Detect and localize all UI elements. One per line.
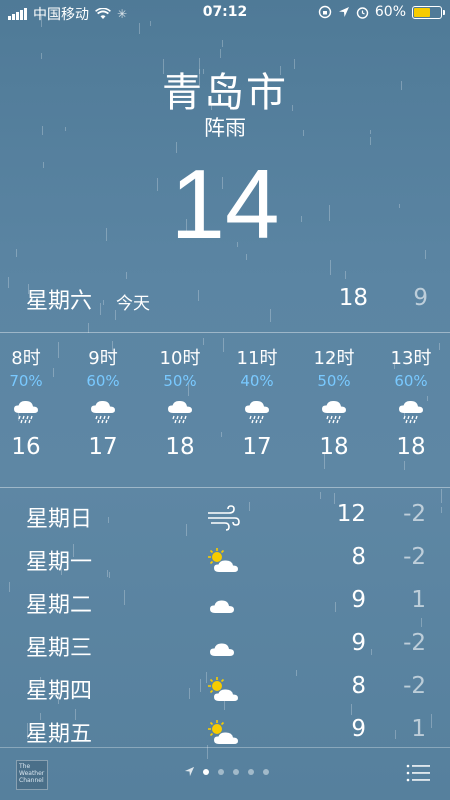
location-arrow-icon <box>338 7 349 17</box>
today-label: 今天 <box>116 294 150 314</box>
hour-label: 13时 <box>390 348 432 369</box>
daily-row: 星期四 8 -2 <box>0 669 450 711</box>
hourly-item: 12时 50% 18 <box>296 344 372 460</box>
day-high: 9 <box>351 630 366 656</box>
day-name: 星期四 <box>26 679 93 704</box>
city-list-icon[interactable] <box>406 764 430 782</box>
status-bar: 中国移动 ✳ 07:12 60% <box>0 0 450 26</box>
today-low: 9 <box>413 285 428 311</box>
today-high: 18 <box>338 285 368 311</box>
hour-label: 8时 <box>11 348 41 369</box>
precip-chance: 60% <box>86 372 120 390</box>
hourly-item: 8时 70% 16 <box>0 344 64 460</box>
hour-temperature: 17 <box>88 434 118 460</box>
precip-chance: 50% <box>317 372 351 390</box>
rotation-lock-icon <box>318 5 332 19</box>
partly-sunny-icon <box>205 546 241 576</box>
day-low: -2 <box>403 501 426 527</box>
page-dot[interactable] <box>203 768 209 775</box>
alarm-icon <box>356 6 369 19</box>
daily-row: 星期日 12 -2 <box>0 497 450 539</box>
today-summary-row: 星期六 今天 18 9 <box>0 283 450 319</box>
partly-sunny-icon <box>205 675 241 705</box>
day-low: -2 <box>403 673 426 699</box>
day-high: 8 <box>351 673 366 699</box>
precip-chance: 40% <box>240 372 274 390</box>
hour-temperature: 16 <box>11 434 41 460</box>
hourly-forecast[interactable]: 8时 70% 16 9时 60% 17 10时 50% 18 11时 40% 17 12时 50% 18 13… <box>0 344 450 474</box>
bottom-toolbar: The Weather Channel <box>0 748 450 800</box>
today-day: 星期六 <box>26 289 93 314</box>
battery-icon <box>412 5 445 19</box>
day-high: 9 <box>351 716 366 742</box>
cloud-icon <box>205 589 241 619</box>
hour-temperature: 17 <box>242 434 272 460</box>
hourly-item: 9时 60% 17 <box>65 344 141 460</box>
precip-chance: 60% <box>394 372 428 390</box>
day-name: 星期日 <box>26 507 93 532</box>
hour-temperature: 18 <box>396 434 426 460</box>
precip-chance: 50% <box>163 372 197 390</box>
rain-cloud-icon <box>11 398 41 424</box>
hourly-item: 13时 60% 18 <box>373 344 449 460</box>
rain-cloud-icon <box>319 398 349 424</box>
hourly-item: 11时 40% 17 <box>219 344 295 460</box>
day-high: 12 <box>336 501 366 527</box>
page-dot[interactable] <box>233 768 239 775</box>
day-low: -2 <box>403 630 426 656</box>
day-low: 1 <box>411 587 426 613</box>
partly-sunny-icon <box>205 718 241 748</box>
current-condition: 阵雨 <box>204 116 246 140</box>
hour-label: 12时 <box>313 348 355 369</box>
day-name: 星期二 <box>26 593 93 618</box>
page-dot[interactable] <box>263 768 269 775</box>
city-name: 青岛市 <box>162 70 288 116</box>
divider <box>0 332 450 333</box>
daily-row: 星期一 8 -2 <box>0 540 450 582</box>
hour-label: 9时 <box>88 348 118 369</box>
location-arrow-icon <box>184 766 195 777</box>
page-dot[interactable] <box>248 768 254 775</box>
rain-cloud-icon <box>396 398 426 424</box>
rain-cloud-icon <box>88 398 118 424</box>
hour-temperature: 18 <box>319 434 349 460</box>
current-temperature: 14 <box>170 149 280 259</box>
day-name: 星期三 <box>26 636 93 661</box>
hour-label: 10时 <box>159 348 201 369</box>
battery-percent: 60% <box>374 4 406 20</box>
daily-row: 星期三 9 -2 <box>0 626 450 668</box>
day-name: 星期一 <box>26 550 93 575</box>
daily-row: 星期二 9 1 <box>0 583 450 625</box>
page-dot[interactable] <box>218 768 224 775</box>
wind-icon <box>205 503 241 533</box>
precip-chance: 70% <box>9 372 43 390</box>
cloud-icon <box>205 632 241 662</box>
day-name: 星期五 <box>26 722 93 747</box>
day-high: 9 <box>351 587 366 613</box>
rain-cloud-icon <box>242 398 272 424</box>
day-low: -2 <box>403 544 426 570</box>
page-indicator[interactable] <box>184 766 269 777</box>
day-high: 8 <box>351 544 366 570</box>
day-low: 1 <box>411 716 426 742</box>
hour-temperature: 18 <box>165 434 195 460</box>
rain-cloud-icon <box>165 398 195 424</box>
hourly-item: 10时 50% 18 <box>142 344 218 460</box>
divider <box>0 487 450 488</box>
weather-channel-logo[interactable]: The Weather Channel <box>16 760 48 790</box>
hour-label: 11时 <box>236 348 278 369</box>
